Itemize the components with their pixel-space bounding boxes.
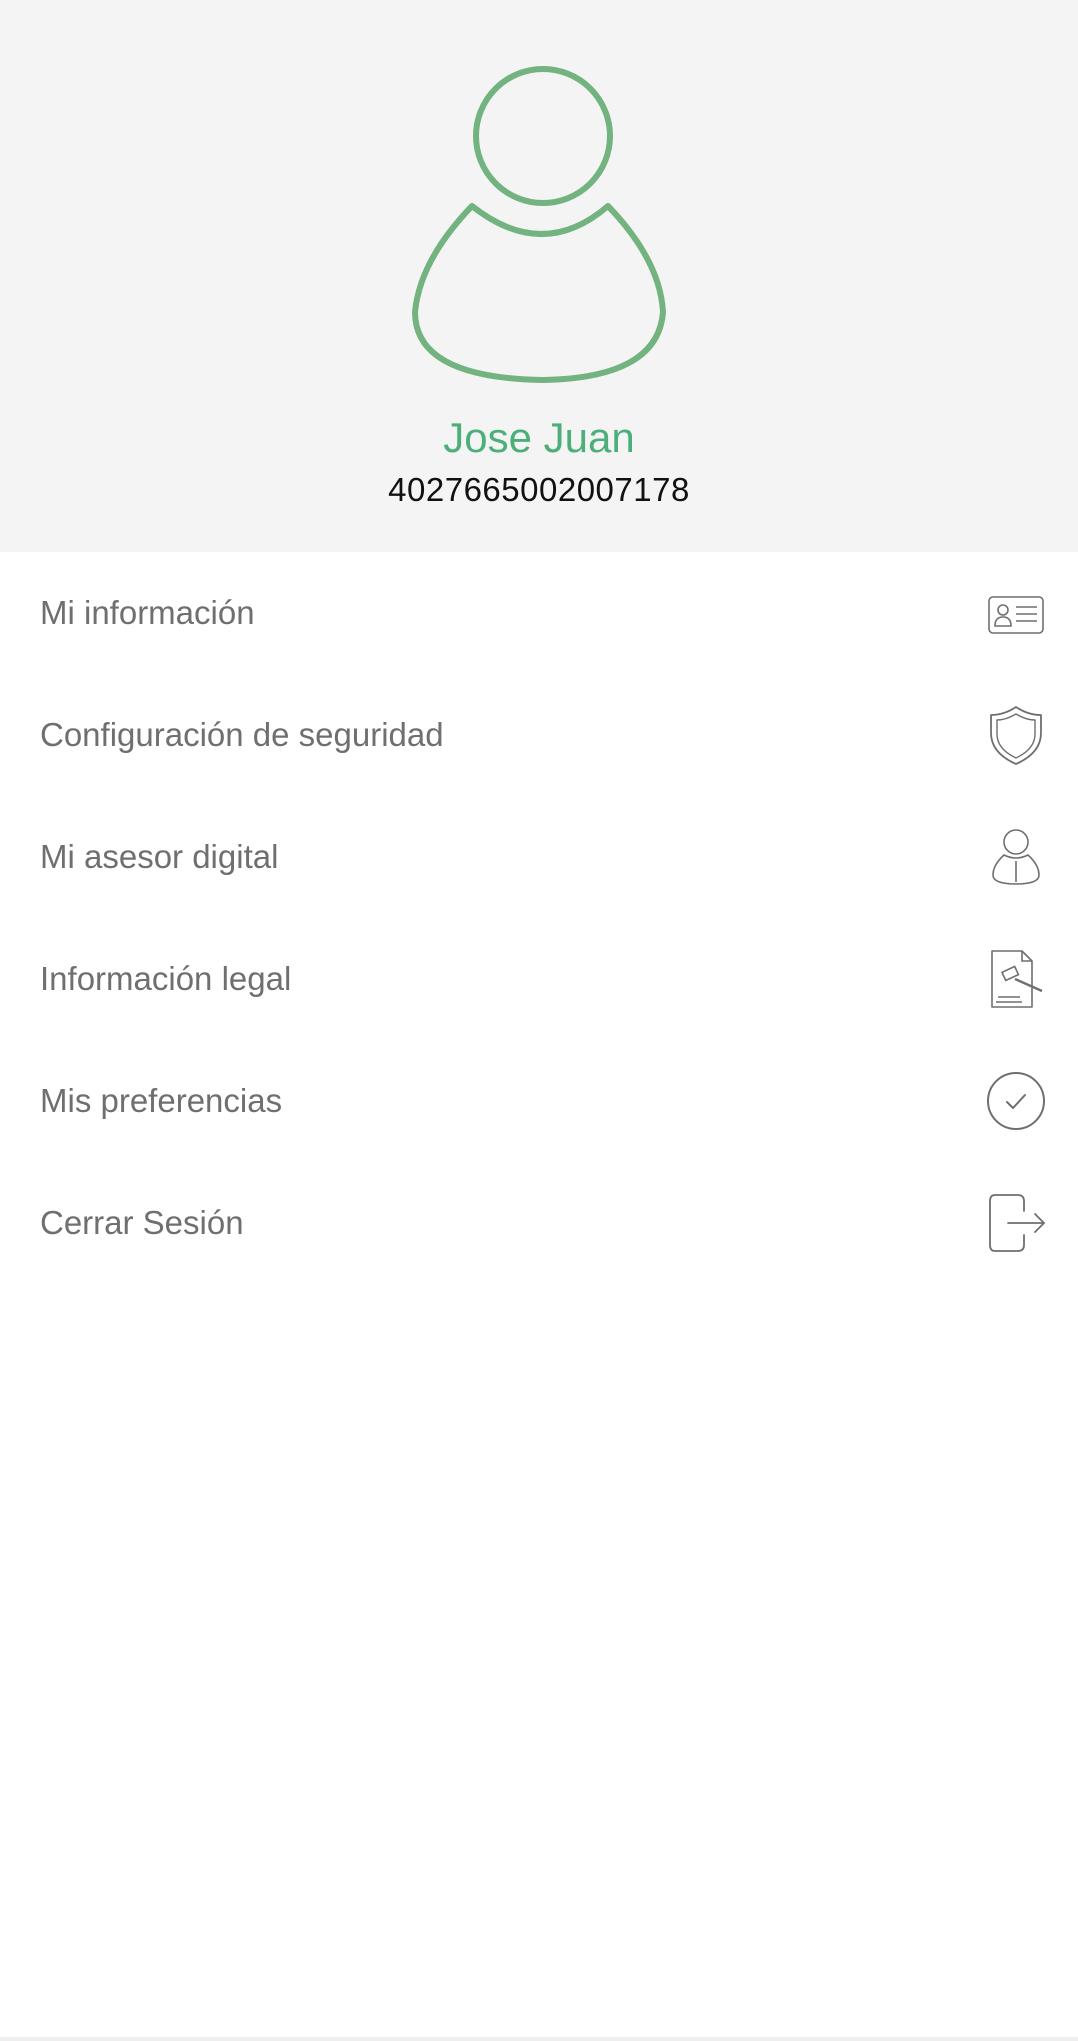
check-circle-icon <box>986 1071 1046 1131</box>
menu-item-label: Mis preferencias <box>40 1082 283 1119</box>
menu-item-mi-informacion[interactable]: Mi información <box>0 552 1078 674</box>
profile-menu-screen: Jose Juan 4027665002007178 Mi informació… <box>0 0 1078 2041</box>
menu-item-mis-preferencias[interactable]: Mis preferencias <box>0 1040 1078 1162</box>
menu-item-mi-asesor-digital[interactable]: Mi asesor digital <box>0 796 1078 918</box>
menu-item-label: Mi información <box>40 594 255 631</box>
bottom-divider <box>0 2037 1078 2041</box>
menu-item-label: Configuración de seguridad <box>40 716 444 753</box>
logout-icon <box>986 1193 1046 1253</box>
menu-item-configuracion-seguridad[interactable]: Configuración de seguridad <box>0 674 1078 796</box>
user-name: Jose Juan <box>443 414 635 461</box>
advisor-icon <box>986 827 1046 887</box>
menu-item-cerrar-sesion[interactable]: Cerrar Sesión <box>0 1162 1078 1284</box>
profile-menu: Mi información Configuración de segurida… <box>0 552 1078 1284</box>
menu-item-label: Cerrar Sesión <box>40 1204 244 1241</box>
user-outline-icon <box>412 66 666 383</box>
user-id-number: 4027665002007178 <box>388 471 690 508</box>
profile-header: Jose Juan 4027665002007178 <box>0 0 1078 552</box>
id-card-icon <box>986 583 1046 643</box>
menu-item-label: Mi asesor digital <box>40 838 279 875</box>
shield-icon <box>986 705 1046 765</box>
menu-item-label: Información legal <box>40 960 292 997</box>
menu-item-informacion-legal[interactable]: Información legal <box>0 918 1078 1040</box>
legal-document-gavel-icon <box>986 949 1046 1009</box>
